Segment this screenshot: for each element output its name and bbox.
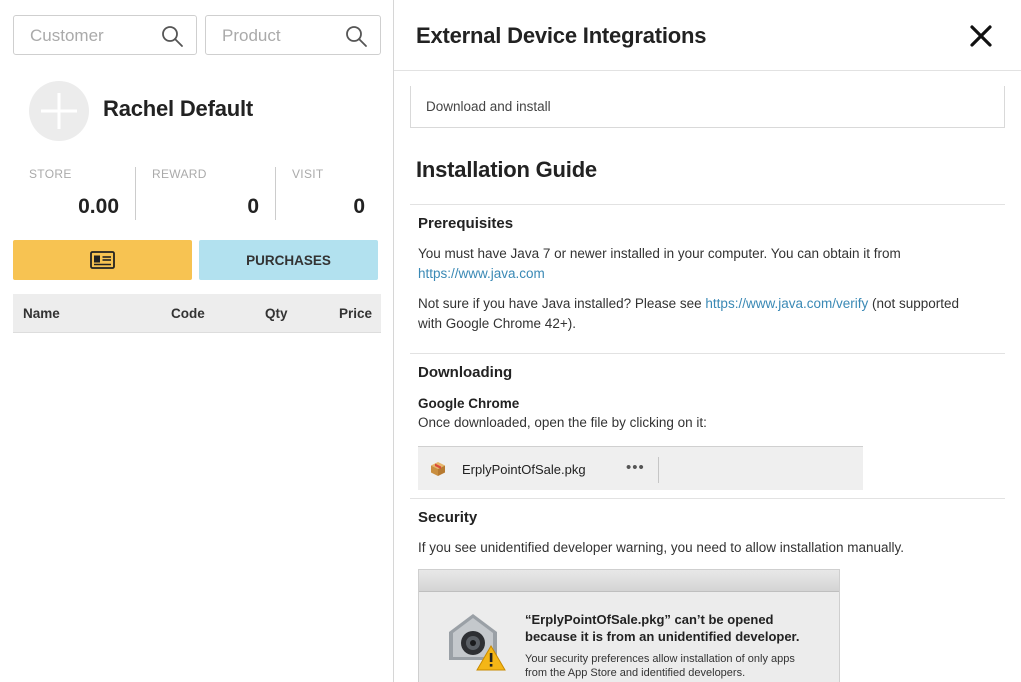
product-search-input[interactable]: Product [205, 15, 381, 55]
dialog-titlebar [419, 570, 839, 592]
java-verify-link[interactable]: https://www.java.com/verify [705, 296, 868, 311]
stat-divider [275, 167, 276, 220]
col-name[interactable]: Name [23, 306, 60, 321]
download-install-tab[interactable]: Download and install [410, 86, 1005, 128]
search-icon[interactable] [160, 24, 184, 48]
id-card-icon [90, 251, 115, 269]
product-search-placeholder: Product [222, 26, 281, 45]
dialog-warning-text: Your security preferences allow installa… [525, 653, 795, 679]
col-price[interactable]: Price [339, 306, 372, 321]
customer-search-placeholder: Customer [30, 26, 104, 45]
integrations-modal: External Device Integrations Download an… [394, 0, 1021, 682]
more-icon: ••• [626, 459, 645, 476]
reward-value: 0 [247, 195, 259, 218]
stat-divider [135, 167, 136, 220]
visit-label: VISIT [292, 167, 324, 181]
downloading-text: Once downloaded, open the file by clicki… [418, 415, 707, 430]
google-chrome-subheading: Google Chrome [418, 396, 520, 411]
java-check-text: Not sure if you have Java installed? Ple… [418, 296, 706, 311]
col-qty[interactable]: Qty [265, 306, 288, 321]
section-divider [410, 498, 1005, 499]
store-value: 0.00 [78, 195, 119, 218]
security-heading: Security [418, 509, 478, 526]
java-requirement-text: You must have Java 7 or newer installed … [418, 246, 901, 261]
customer-card-button[interactable] [13, 240, 192, 280]
section-divider [410, 353, 1005, 354]
left-pane: Customer Product Rachel Default STORE RE… [0, 0, 394, 682]
product-table-header: Name Code Qty Price [13, 294, 381, 333]
gatekeeper-warning-icon [449, 614, 506, 671]
header-divider [394, 70, 1021, 71]
customer-search-input[interactable]: Customer [13, 15, 197, 55]
download-bar-screenshot: ErplyPointOfSale.pkg ••• [418, 446, 863, 490]
prerequisites-text-1: You must have Java 7 or newer installed … [418, 244, 978, 284]
java-download-link[interactable]: https://www.java.com [418, 266, 545, 281]
plus-icon [41, 93, 77, 129]
reward-label: REWARD [152, 167, 207, 181]
close-icon[interactable] [968, 23, 994, 49]
package-icon [431, 462, 445, 476]
col-code[interactable]: Code [171, 306, 205, 321]
purchases-button[interactable]: PURCHASES [199, 240, 378, 280]
section-divider [410, 204, 1005, 205]
dialog-warning-title: “ErplyPointOfSale.pkg” can’t be opened b… [525, 612, 800, 644]
customer-name: Rachel Default [103, 96, 254, 121]
search-icon[interactable] [344, 24, 368, 48]
prerequisites-text-2: Not sure if you have Java installed? Ple… [418, 294, 978, 334]
store-label: STORE [29, 167, 72, 181]
security-text: If you see unidentified developer warnin… [418, 540, 905, 555]
visit-value: 0 [353, 195, 365, 218]
installation-guide-title: Installation Guide [416, 157, 597, 182]
add-customer-avatar[interactable] [29, 81, 89, 141]
prerequisites-heading: Prerequisites [418, 215, 514, 232]
downloading-heading: Downloading [418, 364, 513, 381]
security-dialog-screenshot: “ErplyPointOfSale.pkg” can’t be opened b… [418, 569, 840, 682]
download-install-label: Download and install [426, 99, 551, 114]
modal-title: External Device Integrations [416, 23, 707, 48]
download-bar-separator [658, 457, 659, 483]
package-filename: ErplyPointOfSale.pkg [462, 462, 586, 477]
